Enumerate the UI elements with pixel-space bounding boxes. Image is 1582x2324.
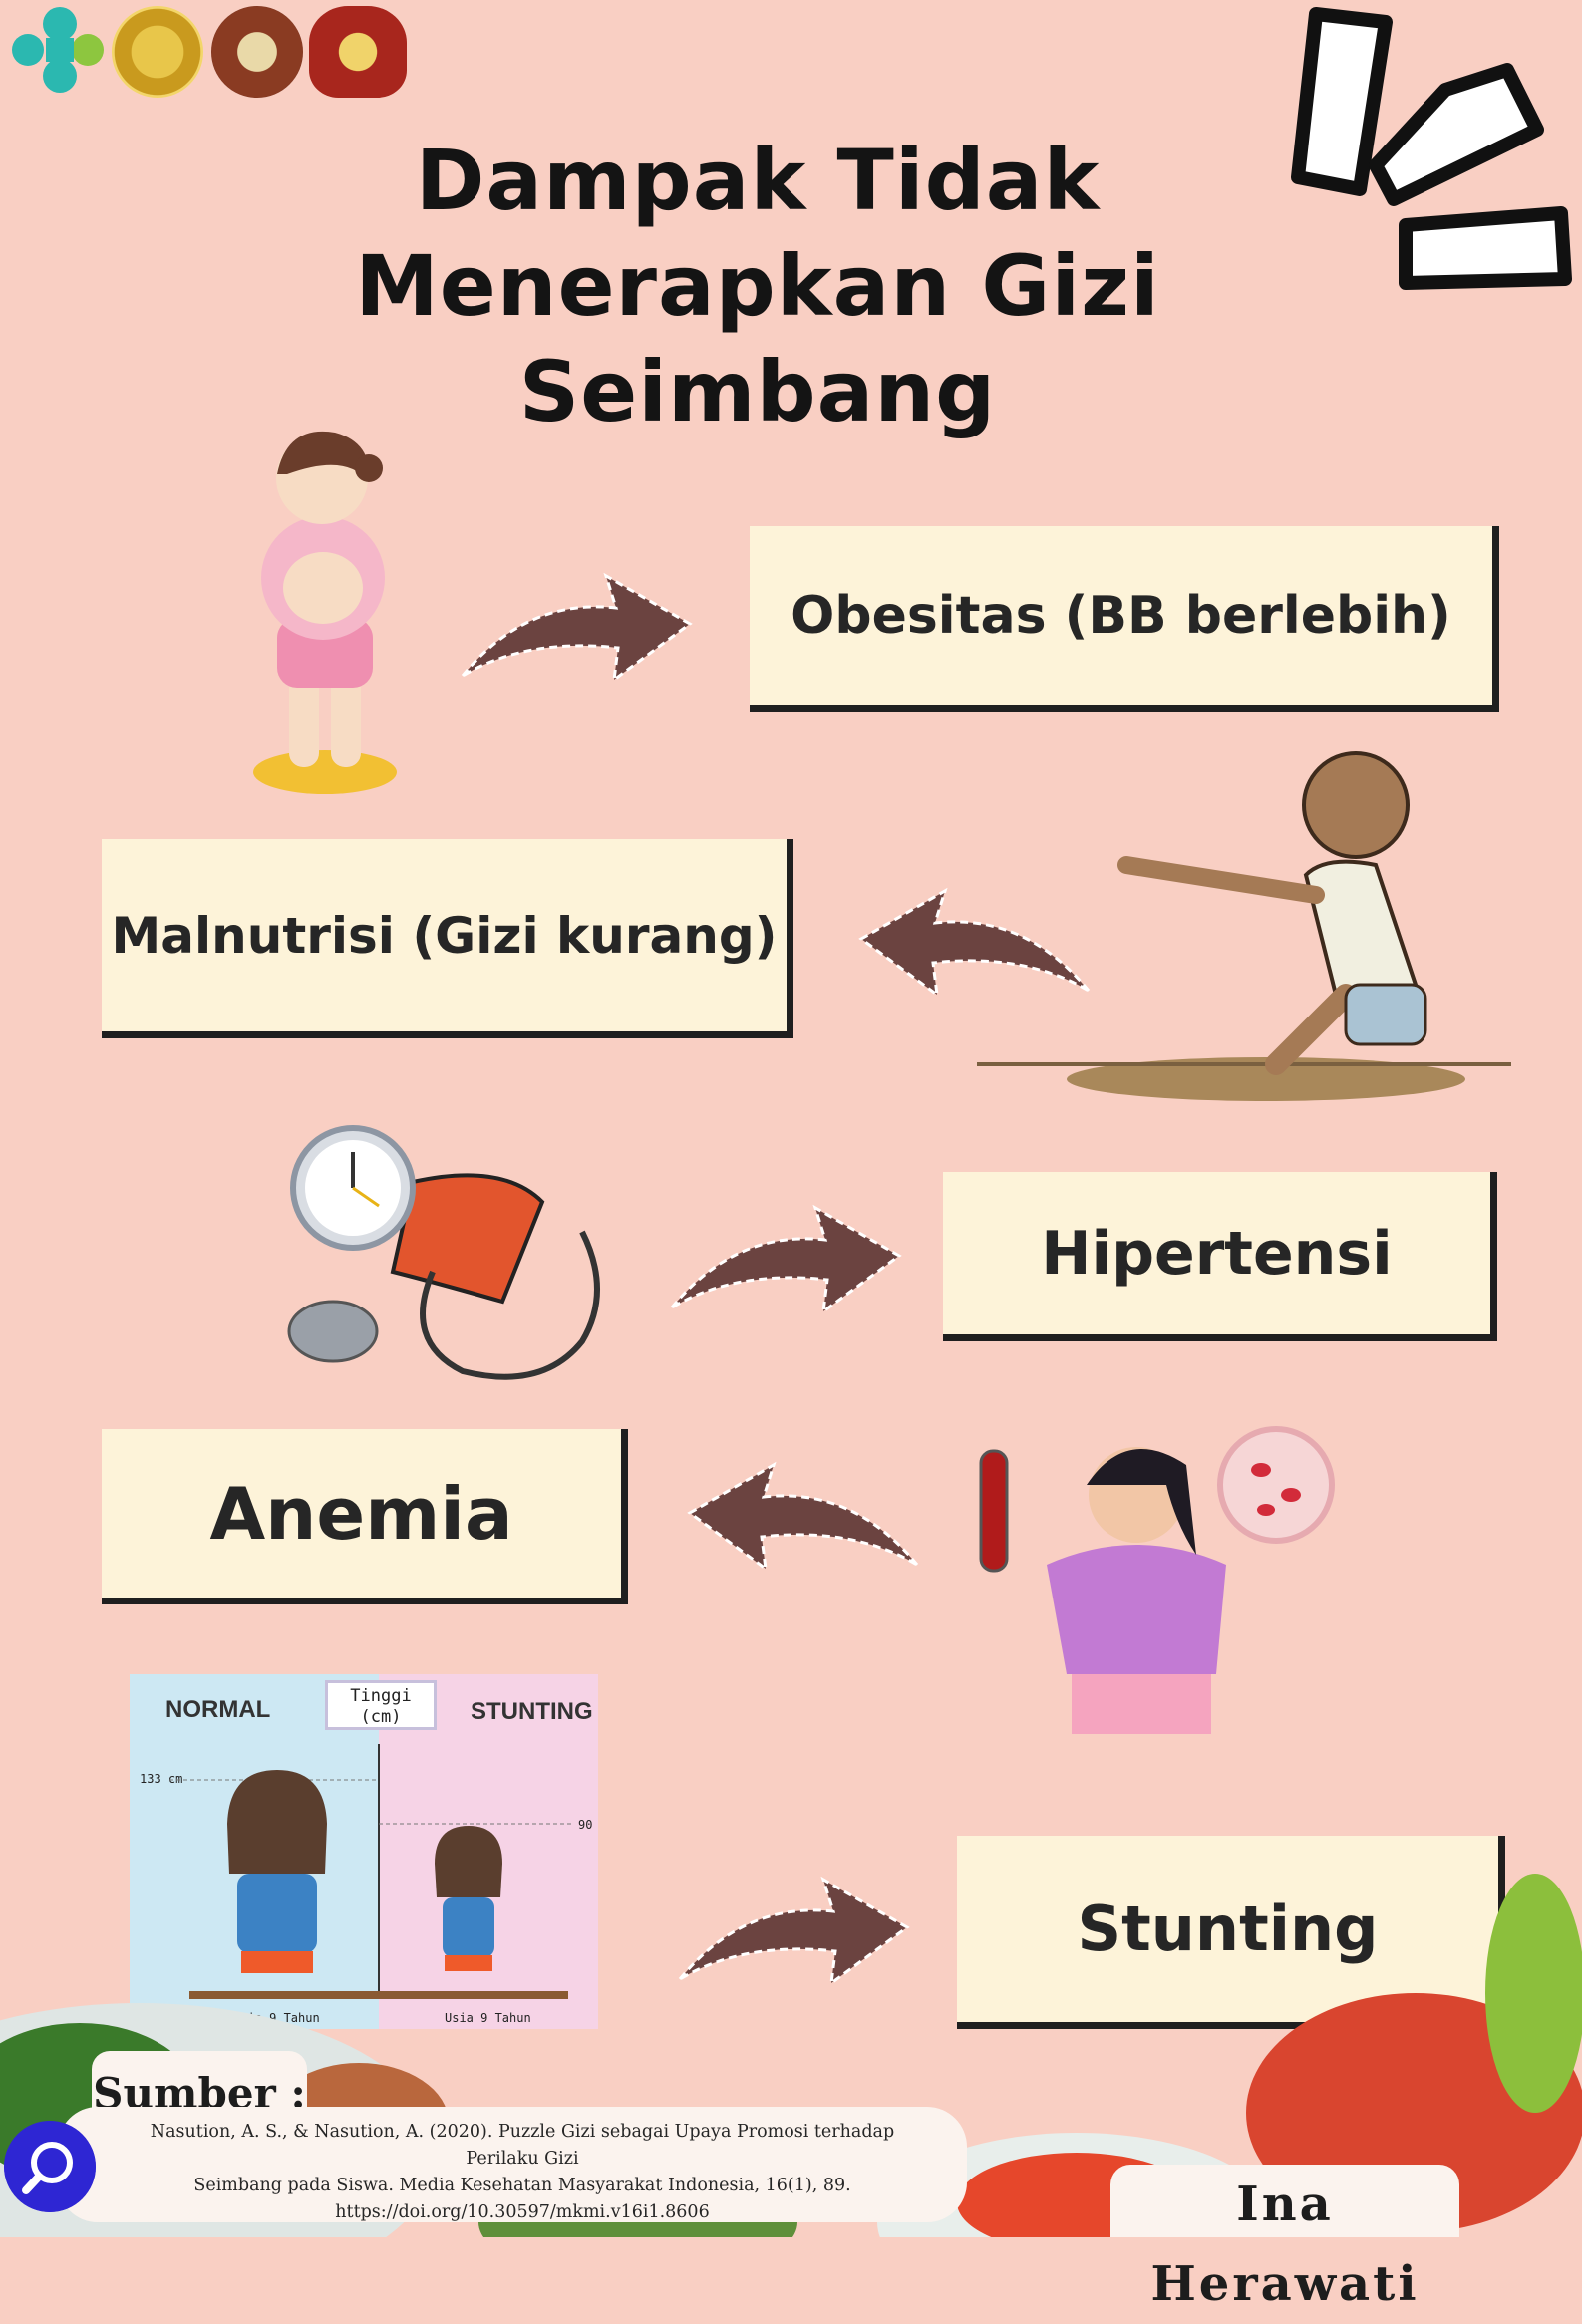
title-line-2: Menerapkan Gizi Seimbang bbox=[355, 237, 1160, 440]
kemenkes-seal-logo bbox=[211, 6, 303, 98]
title-line-1: Dampak Tidak bbox=[415, 132, 1101, 229]
search-icon bbox=[4, 2121, 96, 2212]
arrow-right-icon bbox=[461, 572, 693, 684]
poltekkes-bengkulu-logo bbox=[112, 6, 203, 98]
page-title: Dampak Tidak Menerapkan Gizi Seimbang bbox=[159, 128, 1356, 444]
obese-girl-illustration bbox=[253, 431, 397, 794]
label-malnutrisi: Malnutrisi (Gizi kurang) bbox=[102, 839, 793, 1038]
arrow-left-icon bbox=[687, 1461, 919, 1573]
anemia-woman-illustration bbox=[979, 1426, 1335, 1734]
label-anemia: Anemia bbox=[102, 1429, 628, 1604]
arrow-right-icon bbox=[670, 1204, 902, 1315]
logo-group bbox=[8, 4, 407, 98]
source-citation: Nasution, A. S., & Nasution, A. (2020). … bbox=[58, 2107, 967, 2222]
citation-line-1: Nasution, A. S., & Nasution, A. (2020). … bbox=[150, 2122, 895, 2169]
kemenkes-logo-icon bbox=[12, 7, 104, 93]
label-hipertensi: Hipertensi bbox=[943, 1172, 1497, 1341]
blood-pressure-monitor-illustration bbox=[287, 1125, 600, 1380]
organization-seal-logo bbox=[309, 6, 407, 98]
citation-line-3[interactable]: https://doi.org/10.30597/mkmi.v16i1.8606 bbox=[118, 2199, 927, 2226]
label-obesitas: Obesitas (BB berlebih) bbox=[750, 526, 1499, 712]
author-name: Ina Herawati bbox=[1110, 2165, 1459, 2312]
citation-line-2: Seimbang pada Siswa. Media Kesehatan Mas… bbox=[193, 2176, 851, 2195]
malnourished-person-illustration bbox=[977, 751, 1511, 1101]
